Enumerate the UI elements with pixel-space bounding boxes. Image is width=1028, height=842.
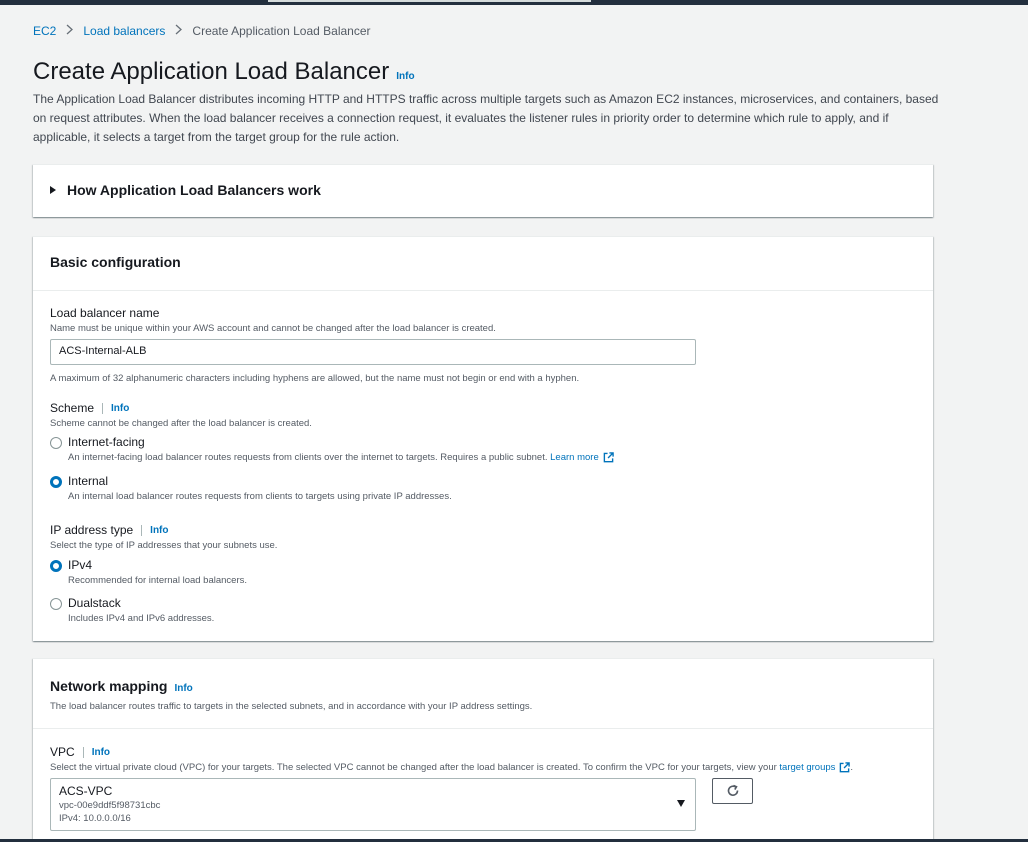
breadcrumb-separator-icon xyxy=(175,24,183,38)
dualstack-desc: Includes IPv4 and IPv6 addresses. xyxy=(68,613,215,624)
load-balancer-name-hint: Name must be unique within your AWS acco… xyxy=(50,323,496,334)
vpc-hint: Select the virtual private cloud (VPC) f… xyxy=(50,762,853,773)
chevron-down-icon[interactable] xyxy=(677,800,685,807)
divider xyxy=(141,524,143,536)
network-info-link[interactable]: Info xyxy=(174,683,192,694)
vpc-info-link[interactable]: Info xyxy=(92,747,110,758)
load-balancer-name-label: Load balancer name xyxy=(50,306,160,320)
learn-more-link[interactable]: Learn more xyxy=(550,452,599,463)
internet-facing-label: Internet-facing xyxy=(68,435,145,449)
internal-label: Internal xyxy=(68,474,109,488)
vpc-select[interactable]: ACS-VPC vpc-00e9ddf5f98731cbc IPv4: 10.0… xyxy=(50,778,696,831)
how-it-works-toggle[interactable]: How Application Load Balancers work xyxy=(50,182,321,198)
scheme-info-link[interactable]: Info xyxy=(111,403,129,414)
top-nav-bar xyxy=(0,0,1028,5)
refresh-button[interactable] xyxy=(712,778,753,804)
scheme-field: Scheme Info Scheme cannot be changed aft… xyxy=(50,401,312,429)
ip-option-dualstack[interactable]: Dualstack Includes IPv4 and IPv6 address… xyxy=(50,596,214,624)
how-it-works-panel: How Application Load Balancers work xyxy=(33,164,933,217)
scheme-hint: Scheme cannot be changed after the load … xyxy=(50,418,312,429)
network-mapping-description: The load balancer routes traffic to targ… xyxy=(50,701,533,712)
refresh-icon xyxy=(727,784,738,796)
vpc-selected-id: vpc-00e9ddf5f98731cbc xyxy=(59,800,161,811)
network-mapping-panel: Network mapping Info The load balancer r… xyxy=(33,658,933,842)
target-groups-link[interactable]: target groups xyxy=(779,762,835,773)
ip-address-type-hint: Select the type of IP addresses that you… xyxy=(50,540,278,551)
how-it-works-label: How Application Load Balancers work xyxy=(67,182,321,198)
load-balancer-name-field: Load balancer name Name must be unique w… xyxy=(50,306,496,334)
divider xyxy=(102,402,104,414)
radio-internal[interactable] xyxy=(50,476,62,488)
vpc-label: VPC xyxy=(50,745,75,759)
ip-address-type-field: IP address type Info Select the type of … xyxy=(50,523,277,551)
breadcrumb-separator-icon xyxy=(66,24,74,38)
vpc-selected-cidr: IPv4: 10.0.0.0/16 xyxy=(59,813,131,824)
caret-right-icon xyxy=(50,186,56,194)
internet-facing-desc-text: An internet-facing load balancer routes … xyxy=(68,452,548,463)
load-balancer-name-constraint: A maximum of 32 alphanumeric characters … xyxy=(50,373,580,384)
internet-facing-desc: An internet-facing load balancer routes … xyxy=(68,452,614,463)
basic-configuration-title: Basic configuration xyxy=(33,237,933,291)
page-title-text: Create Application Load Balancer xyxy=(33,58,390,85)
vpc-selected-name: ACS-VPC xyxy=(59,784,113,798)
ip-info-link[interactable]: Info xyxy=(150,525,168,536)
ip-option-ipv4[interactable]: IPv4 Recommended for internal load balan… xyxy=(50,558,247,586)
ip-label-row: IP address type Info xyxy=(50,523,277,537)
external-link-icon[interactable] xyxy=(839,762,851,773)
divider xyxy=(82,746,84,758)
load-balancer-name-input[interactable]: ACS-Internal-ALB xyxy=(50,339,696,365)
breadcrumb-load-balancers[interactable]: Load balancers xyxy=(83,24,165,38)
scheme-label: Scheme xyxy=(50,401,95,415)
breadcrumb-current: Create Application Load Balancer xyxy=(192,24,371,38)
network-mapping-title: Network mapping xyxy=(50,678,168,694)
external-link-icon[interactable] xyxy=(603,452,614,463)
dualstack-label: Dualstack xyxy=(68,596,121,610)
scheme-option-internet-facing[interactable]: Internet-facing An internet-facing load … xyxy=(50,435,614,463)
ipv4-label: IPv4 xyxy=(68,558,93,572)
breadcrumb-ec2[interactable]: EC2 xyxy=(33,24,56,38)
top-nav-highlight xyxy=(268,0,591,2)
network-mapping-header: Network mapping Info The load balancer r… xyxy=(33,659,933,729)
radio-internet-facing[interactable] xyxy=(50,437,62,449)
ipv4-desc: Recommended for internal load balancers. xyxy=(68,575,248,586)
page-description: The Application Load Balancer distribute… xyxy=(33,92,939,144)
vpc-hint-text: Select the virtual private cloud (VPC) f… xyxy=(50,762,777,773)
scheme-option-internal[interactable]: Internal An internal load balancer route… xyxy=(50,474,452,502)
radio-dualstack[interactable] xyxy=(50,598,62,610)
breadcrumb: EC2 Load balancers Create Application Lo… xyxy=(33,24,371,38)
basic-configuration-panel: Basic configuration Load balancer name N… xyxy=(33,236,933,641)
page-info-link[interactable]: Info xyxy=(396,71,414,82)
ip-address-type-label: IP address type xyxy=(50,523,134,537)
radio-ipv4[interactable] xyxy=(50,560,62,572)
internal-desc: An internal load balancer routes request… xyxy=(68,491,452,502)
scheme-label-row: Scheme Info xyxy=(50,401,312,415)
vpc-field: VPC Info Select the virtual private clou… xyxy=(50,745,853,773)
vpc-hint-end: . xyxy=(850,762,854,773)
page-title: Create Application Load Balancer Info xyxy=(33,58,415,86)
vpc-label-row: VPC Info xyxy=(50,745,853,759)
